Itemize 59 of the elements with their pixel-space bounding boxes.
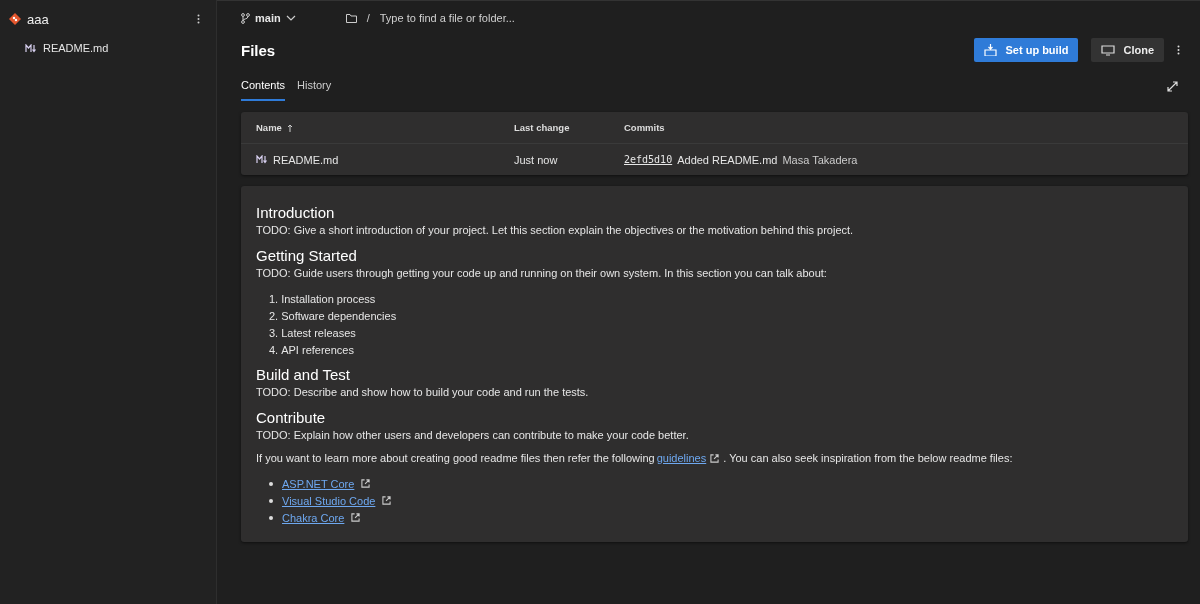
monitor-icon xyxy=(1101,44,1116,56)
file-tree-item[interactable]: README.md xyxy=(0,39,216,57)
bullet-dot xyxy=(269,515,273,520)
clone-button[interactable]: Clone xyxy=(1091,38,1164,62)
more-options-icon[interactable] xyxy=(197,14,200,24)
bullet-dot xyxy=(269,498,273,503)
list-number: 3. xyxy=(269,326,279,339)
readme-link[interactable]: ASP.NET Core xyxy=(282,477,355,490)
paragraph: TODO: Describe and show how to build your code and run the tests. xyxy=(256,386,590,399)
list-number: 2. xyxy=(269,309,279,322)
list-number: 4. xyxy=(269,343,279,356)
external-link-icon xyxy=(361,479,371,488)
list-item: API references xyxy=(281,343,354,356)
paragraph: TODO: Give a short introduction of your project. Let this section explain the objectives or the motivation behind this project. xyxy=(256,224,855,237)
branch-icon xyxy=(241,12,250,24)
paragraph-text: . You can also seek inspiration from the below readme files: xyxy=(723,452,1013,465)
commit-message: Added README.md xyxy=(677,153,778,166)
diamond-logo-icon xyxy=(9,13,21,25)
list-item: Latest releases xyxy=(281,326,356,339)
readme-link[interactable]: Chakra Core xyxy=(282,511,345,524)
column-header[interactable]: Name xyxy=(256,122,282,133)
path-separator: / xyxy=(366,12,370,24)
sort-arrow-up-icon xyxy=(286,123,293,132)
section-heading: Getting Started xyxy=(256,247,358,264)
commit-id-link[interactable]: 2efd5d10 xyxy=(624,154,673,165)
bullet-dot xyxy=(269,481,273,486)
tab[interactable]: Contents xyxy=(241,71,286,101)
external-link-icon xyxy=(351,513,361,522)
list-item: Installation process xyxy=(281,292,376,305)
section-heading: Introduction xyxy=(256,204,336,221)
paragraph-text: If you want to learn more about creating good readme files then refer the following xyxy=(256,452,655,465)
last-change-cell: Just now xyxy=(514,153,558,166)
branch-selector[interactable]: main xyxy=(241,12,296,24)
folder-icon xyxy=(345,13,357,23)
markdown-icon xyxy=(25,43,37,53)
readme-link[interactable]: Visual Studio Code xyxy=(282,494,376,507)
column-header[interactable]: Last change xyxy=(514,122,570,133)
list-number: 1. xyxy=(269,292,279,305)
expand-icon[interactable] xyxy=(1167,80,1178,92)
list-item: Software dependencies xyxy=(281,309,397,322)
commit-author: Masa Takadera xyxy=(782,153,858,166)
paragraph: TODO: Explain how other users and developers can contribute to make your code better. xyxy=(256,429,690,442)
external-link-icon xyxy=(382,496,392,505)
column-header[interactable]: Commits xyxy=(624,122,665,133)
chevron-down-icon xyxy=(285,15,296,21)
page-title: Files xyxy=(241,41,276,59)
build-icon xyxy=(984,44,998,56)
section-heading: Build and Test xyxy=(256,366,351,383)
paragraph: TODO: Guide users through getting your code up and running on their own system. In this section you can talk about: xyxy=(256,267,828,280)
file-name-link[interactable]: README.md xyxy=(273,153,339,166)
more-options-icon[interactable] xyxy=(1177,45,1180,55)
repo-name[interactable]: aaa xyxy=(27,11,191,27)
external-link-icon xyxy=(710,454,720,463)
tab[interactable]: History xyxy=(297,71,332,101)
guidelines-link[interactable]: guidelines xyxy=(656,452,707,465)
path-search-field[interactable]: Type to find a file or folder... xyxy=(379,12,640,24)
section-heading: Contribute xyxy=(256,409,327,426)
set-up-build-button[interactable]: Set up build xyxy=(974,38,1079,62)
markdown-icon xyxy=(256,155,268,164)
